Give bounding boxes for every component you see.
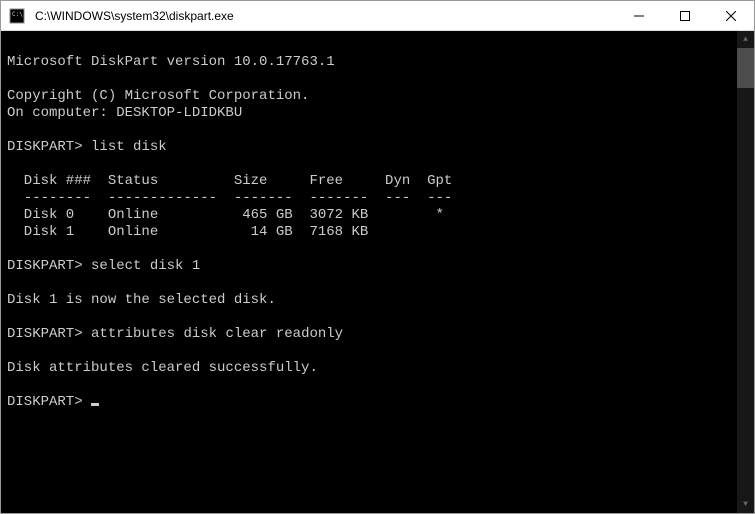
console-line: Microsoft DiskPart version 10.0.17763.1 bbox=[7, 54, 335, 70]
prompt: DISKPART> bbox=[7, 326, 83, 342]
close-button[interactable] bbox=[708, 1, 754, 30]
scroll-up-arrow[interactable]: ▲ bbox=[737, 31, 754, 48]
table-divider: -------- ------------- ------- ------- -… bbox=[7, 190, 452, 206]
command-text: select disk 1 bbox=[91, 258, 200, 274]
table-row: Disk 0 Online 465 GB 3072 KB * bbox=[7, 207, 444, 223]
prompt: DISKPART> bbox=[7, 139, 83, 155]
table-header: Disk ### Status Size Free Dyn Gpt bbox=[7, 173, 452, 189]
console-line: On computer: DESKTOP-LDIDKBU bbox=[7, 105, 242, 121]
table-row: Disk 1 Online 14 GB 7168 KB bbox=[7, 224, 368, 240]
titlebar[interactable]: C:\ C:\WINDOWS\system32\diskpart.exe bbox=[1, 1, 754, 31]
scrollbar-track[interactable]: ▲ ▼ bbox=[737, 31, 754, 513]
response-text: Disk attributes cleared successfully. bbox=[7, 360, 318, 376]
app-icon: C:\ bbox=[9, 8, 25, 24]
minimize-button[interactable] bbox=[616, 1, 662, 30]
response-text: Disk 1 is now the selected disk. bbox=[7, 292, 276, 308]
console-line: Copyright (C) Microsoft Corporation. bbox=[7, 88, 309, 104]
maximize-button[interactable] bbox=[662, 1, 708, 30]
command-text: list disk bbox=[91, 139, 167, 155]
window-controls bbox=[616, 1, 754, 30]
window-title: C:\WINDOWS\system32\diskpart.exe bbox=[33, 9, 616, 23]
command-text: attributes disk clear readonly bbox=[91, 326, 343, 342]
console-area[interactable]: Microsoft DiskPart version 10.0.17763.1 … bbox=[1, 31, 754, 513]
scroll-down-arrow[interactable]: ▼ bbox=[737, 496, 754, 513]
scrollbar-thumb[interactable] bbox=[737, 48, 754, 88]
prompt: DISKPART> bbox=[7, 394, 83, 410]
svg-text:C:\: C:\ bbox=[12, 11, 23, 18]
prompt: DISKPART> bbox=[7, 258, 83, 274]
text-cursor bbox=[91, 403, 99, 406]
